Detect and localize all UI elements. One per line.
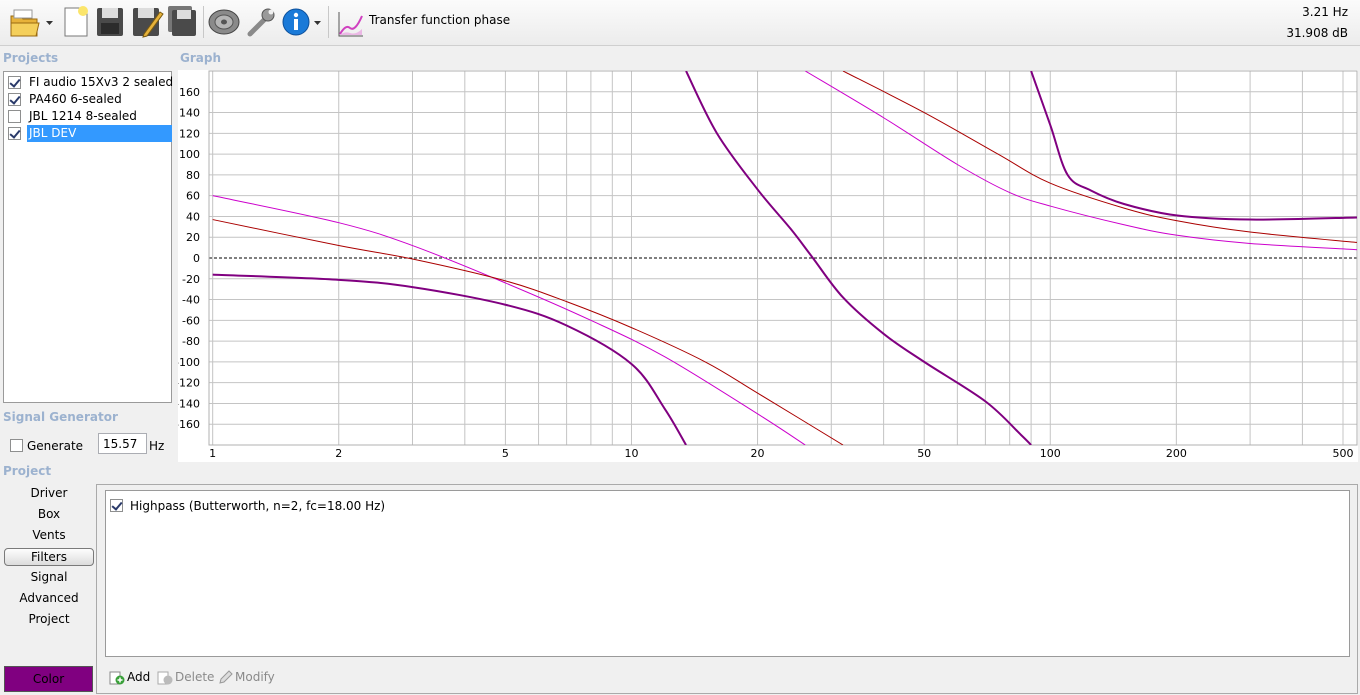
filters-panel: Highpass (Butterworth, n=2, fc=18.00 Hz)… xyxy=(96,484,1358,694)
filter-name: Highpass (Butterworth, n=2, fc=18.00 Hz) xyxy=(130,499,386,513)
project-header: Project xyxy=(3,464,52,478)
phase-chart[interactable]: 160140120100806040200-20-40-60-80-100-12… xyxy=(178,70,1358,462)
graph-panel[interactable]: 160140120100806040200-20-40-60-80-100-12… xyxy=(178,70,1358,462)
nav-item-vents[interactable]: Vents xyxy=(4,527,94,545)
color-button[interactable]: Color xyxy=(4,666,93,692)
project-item[interactable]: JBL 1214 8-sealed xyxy=(5,108,171,125)
y-tick-label: -40 xyxy=(182,294,200,307)
project-item[interactable]: FI audio 15Xv3 2 sealed xyxy=(5,74,174,91)
series-line xyxy=(212,219,844,445)
y-tick-label: 100 xyxy=(179,148,200,161)
x-tick-label: 1 xyxy=(209,447,216,460)
generate-label: Generate xyxy=(27,439,84,453)
toolbar-separator xyxy=(203,6,204,38)
project-name: JBL 1214 8-sealed xyxy=(29,109,137,123)
info-icon[interactable] xyxy=(280,4,312,40)
y-tick-label: -120 xyxy=(178,377,200,390)
y-tick-label: -60 xyxy=(182,314,200,327)
save-icon[interactable] xyxy=(94,4,126,40)
projects-list[interactable]: FI audio 15Xv3 2 sealed PA460 6-sealed JBL… xyxy=(3,71,174,403)
y-tick-label: -100 xyxy=(178,356,200,369)
project-visible-checkbox[interactable] xyxy=(8,93,21,106)
x-tick-label: 500 xyxy=(1333,447,1354,460)
toolbar: Transfer function phase 3.21 Hz 31.908 d… xyxy=(0,0,1360,46)
x-tick-label: 2 xyxy=(335,447,342,460)
project-name: FI audio 15Xv3 2 sealed xyxy=(29,75,174,89)
y-tick-label: -160 xyxy=(178,418,200,431)
filter-enabled-checkbox[interactable] xyxy=(110,499,123,512)
project-item[interactable]: JBL DEV xyxy=(5,125,172,142)
save-as-icon[interactable] xyxy=(130,4,164,40)
series-line xyxy=(805,71,1357,251)
info-dropdown-arrow-icon[interactable] xyxy=(313,4,323,40)
y-tick-label: -20 xyxy=(182,273,200,286)
save-all-icon[interactable] xyxy=(166,4,198,40)
y-tick-label: 0 xyxy=(193,252,200,265)
y-tick-label: 40 xyxy=(186,210,200,223)
x-tick-label: 50 xyxy=(917,447,931,460)
nav-item-driver[interactable]: Driver xyxy=(4,485,94,503)
x-tick-label: 5 xyxy=(502,447,509,460)
graph-header: Graph xyxy=(180,51,221,65)
y-tick-label: 140 xyxy=(179,107,200,120)
project-visible-checkbox[interactable] xyxy=(8,76,21,89)
x-tick-label: 20 xyxy=(751,447,765,460)
x-tick-label: 10 xyxy=(624,447,638,460)
chart-type-icon[interactable] xyxy=(336,4,366,40)
generator-frequency-input[interactable] xyxy=(98,433,147,454)
cursor-frequency-readout: 3.21 Hz xyxy=(1302,5,1348,19)
toolbar-separator xyxy=(328,6,329,38)
y-tick-label: -80 xyxy=(182,335,200,348)
project-visible-checkbox[interactable] xyxy=(8,127,21,140)
x-tick-label: 200 xyxy=(1166,447,1187,460)
app-window: Transfer function phase 3.21 Hz 31.908 d… xyxy=(0,0,1360,695)
chart-type-label[interactable]: Transfer function phase xyxy=(369,13,510,27)
nav-item-project[interactable]: Project xyxy=(4,611,94,629)
nav-item-box[interactable]: Box xyxy=(4,506,94,524)
project-name: JBL DEV xyxy=(27,125,172,142)
nav-item-signal[interactable]: Signal xyxy=(4,569,94,587)
delete-icon xyxy=(157,671,173,685)
y-tick-label: 80 xyxy=(186,169,200,182)
y-tick-label: 20 xyxy=(186,231,200,244)
wrench-settings-icon[interactable] xyxy=(244,4,278,40)
pencil-icon xyxy=(219,670,233,684)
new-document-icon[interactable] xyxy=(60,4,92,40)
nav-item-advanced[interactable]: Advanced xyxy=(4,590,94,608)
add-label: Add xyxy=(127,670,151,684)
project-item[interactable]: PA460 6-sealed xyxy=(5,91,171,108)
filters-list[interactable]: Highpass (Butterworth, n=2, fc=18.00 Hz) xyxy=(105,490,1350,657)
x-tick-label: 100 xyxy=(1040,447,1061,460)
project-name: PA460 6-sealed xyxy=(29,92,122,106)
signal-generator-header: Signal Generator xyxy=(3,410,118,424)
speaker-driver-icon[interactable] xyxy=(206,4,242,40)
y-tick-label: 60 xyxy=(186,190,200,203)
generator-unit-label: Hz xyxy=(149,439,165,453)
open-folder-icon[interactable] xyxy=(8,4,46,40)
modify-label: Modify xyxy=(235,670,275,684)
projects-header: Projects xyxy=(3,51,59,65)
dropdown-arrow-icon[interactable] xyxy=(45,4,55,40)
series-line xyxy=(1030,71,1357,221)
y-tick-label: 160 xyxy=(179,86,200,99)
delete-label: Delete xyxy=(175,670,215,684)
project-visible-checkbox[interactable] xyxy=(8,110,21,123)
y-tick-label: 120 xyxy=(179,127,200,140)
cursor-level-readout: 31.908 dB xyxy=(1286,26,1348,40)
add-icon xyxy=(109,671,125,685)
series-line xyxy=(212,273,687,445)
generate-checkbox[interactable] xyxy=(10,439,23,452)
y-tick-label: -140 xyxy=(178,397,200,410)
nav-item-filters[interactable]: Filters xyxy=(4,548,94,566)
